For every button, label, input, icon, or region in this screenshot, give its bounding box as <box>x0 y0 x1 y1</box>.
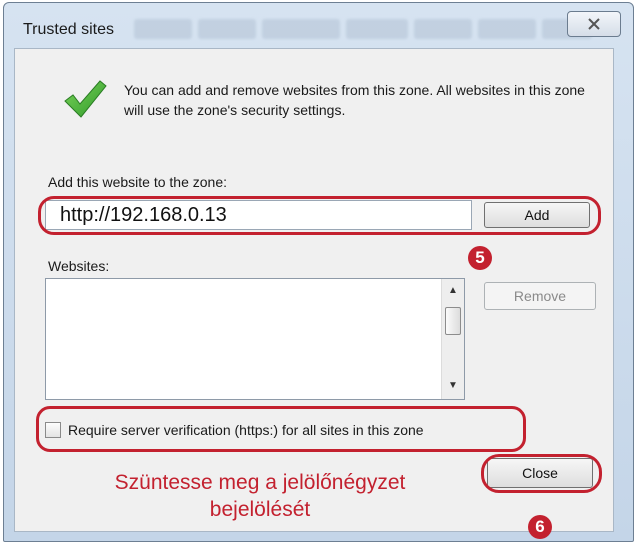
url-highlight-outline <box>38 196 601 235</box>
websites-scrollbar[interactable]: ▲ ▼ <box>441 279 464 399</box>
add-website-label: Add this website to the zone: <box>48 174 227 190</box>
green-checkmark-icon <box>64 80 107 118</box>
instruction-text: Szüntesse meg a jelölőnégyzet bejelölésé… <box>80 469 440 523</box>
close-icon <box>588 18 600 30</box>
scroll-up-arrow-icon[interactable]: ▲ <box>442 285 464 296</box>
step-6-badge: 6 <box>528 515 552 539</box>
step-5-badge: 5 <box>468 246 492 270</box>
instruction-line-1: Szüntesse meg a jelölőnégyzet <box>114 471 406 494</box>
websites-list[interactable]: ▲ ▼ <box>45 278 465 400</box>
background-tabs <box>134 19 592 41</box>
scroll-down-arrow-icon[interactable]: ▼ <box>442 380 464 391</box>
info-text: You can add and remove websites from thi… <box>124 82 585 118</box>
window-close-button[interactable] <box>567 11 621 37</box>
close-highlight-outline <box>481 454 602 493</box>
dialog-title: Trusted sites <box>23 21 114 38</box>
websites-label: Websites: <box>48 258 110 274</box>
scroll-thumb[interactable] <box>445 307 461 335</box>
instruction-line-2: bejelölését <box>209 498 311 521</box>
checkbox-highlight-outline <box>36 406 526 452</box>
remove-button[interactable]: Remove <box>484 282 596 310</box>
